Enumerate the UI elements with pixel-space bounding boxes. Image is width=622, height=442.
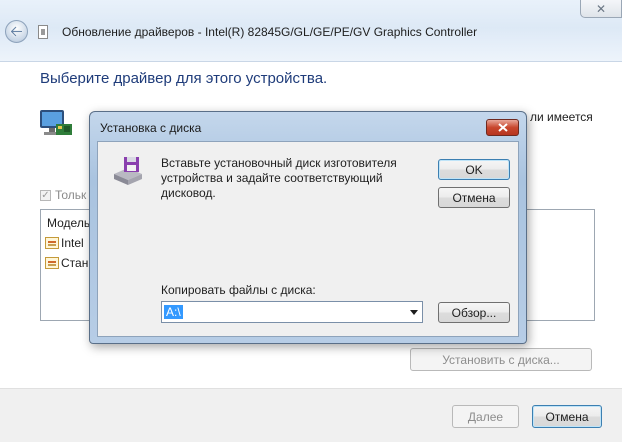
dialog-cancel-button[interactable]: Отмена [438, 187, 510, 208]
list-item-label: Intel [61, 236, 84, 250]
monitor-icon [40, 110, 72, 135]
window-close-button[interactable]: ✕ [580, 0, 622, 18]
copy-from-combobox[interactable]: A:\ [161, 301, 423, 323]
dropdown-arrow-icon[interactable] [410, 310, 418, 315]
show-compatible-checkbox-row: ✓ Тольк [40, 188, 86, 202]
description-text-fragment: ли имеется [530, 110, 593, 124]
dialog-title: Установка с диска [100, 121, 202, 135]
dialog-content: Вставьте установочный диск изготовителя … [97, 141, 519, 337]
close-icon [497, 123, 508, 132]
window-title: Обновление драйверов - Intel(R) 82845G/G… [62, 25, 478, 39]
install-from-disk-button[interactable]: Установить с диска... [410, 348, 592, 371]
list-item[interactable]: Стан [45, 256, 88, 270]
page-heading: Выберите драйвер для этого устройства. [40, 70, 328, 87]
wizard-footer [0, 389, 622, 442]
certificate-icon [45, 237, 59, 249]
list-item[interactable]: Intel [45, 236, 84, 250]
browse-button[interactable]: Обзор... [438, 302, 510, 323]
list-column-header: Модель [47, 216, 91, 230]
certificate-icon [45, 257, 59, 269]
install-from-disk-dialog: Установка с диска Вставьте установочный … [89, 111, 527, 344]
dialog-close-button[interactable] [486, 119, 519, 136]
wizard-cancel-button[interactable]: Отмена [532, 405, 602, 428]
copy-from-label: Копировать файлы с диска: [161, 283, 316, 297]
show-compatible-label: Тольк [55, 188, 87, 202]
dialog-message: Вставьте установочный диск изготовителя … [161, 156, 397, 200]
next-button[interactable]: Далее [452, 405, 519, 428]
document-icon [38, 25, 48, 39]
floppy-disk-icon [114, 157, 142, 185]
back-button[interactable] [5, 20, 28, 43]
ok-button[interactable]: OK [438, 159, 510, 180]
show-compatible-checkbox[interactable]: ✓ [40, 189, 51, 201]
back-arrow-icon [10, 26, 22, 37]
list-item-label: Стан [61, 256, 89, 270]
close-icon: ✕ [595, 1, 607, 16]
path-value[interactable]: A:\ [164, 305, 183, 319]
